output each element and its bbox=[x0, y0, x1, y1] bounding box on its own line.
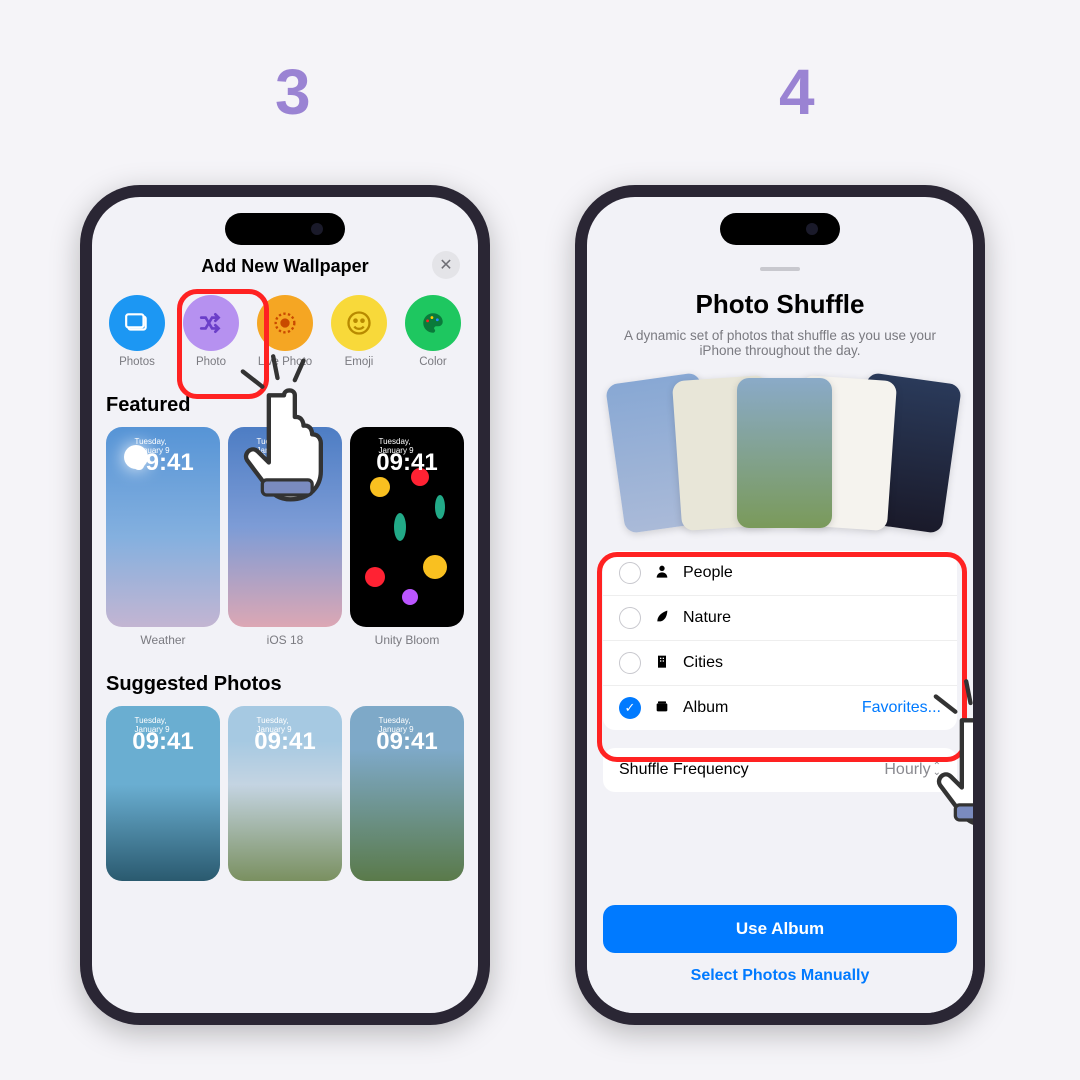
suggested-photo-1[interactable]: Tuesday, January 9 09:41 bbox=[106, 706, 220, 881]
radio-checked: ✓ bbox=[619, 697, 641, 719]
category-color[interactable]: Color bbox=[402, 295, 464, 368]
option-label: Album bbox=[683, 699, 850, 717]
wallpaper-weather[interactable]: Tuesday, January 9 09:41 Weather bbox=[106, 427, 220, 647]
thumb-label: Weather bbox=[140, 633, 185, 647]
palette-icon bbox=[405, 295, 461, 351]
building-icon bbox=[653, 653, 671, 674]
thumb-label: Unity Bloom bbox=[375, 633, 440, 647]
dynamic-island bbox=[225, 213, 345, 245]
thumb-time: 09:41 bbox=[254, 449, 315, 477]
section-title: Featured bbox=[106, 394, 464, 417]
sheet-grabber[interactable] bbox=[760, 267, 800, 271]
album-icon bbox=[653, 698, 671, 719]
frequency-value: Hourly bbox=[884, 761, 930, 779]
category-emoji[interactable]: Emoji bbox=[328, 295, 390, 368]
option-label: Nature bbox=[683, 609, 941, 627]
person-icon bbox=[653, 563, 671, 584]
option-album[interactable]: ✓ Album Favorites... bbox=[603, 686, 957, 730]
chevron-updown-icon: ⌃⌄ bbox=[933, 764, 941, 776]
shuffle-options-list: People Nature Cities ✓ bbox=[603, 551, 957, 730]
photo-shuffle-sheet: Photo Shuffle A dynamic set of photos th… bbox=[587, 249, 973, 1013]
thumb-time: 09:41 bbox=[376, 449, 437, 477]
close-icon: ✕ bbox=[439, 255, 452, 275]
select-manually-button[interactable]: Select Photos Manually bbox=[603, 953, 957, 999]
phone-frame-right: Photo Shuffle A dynamic set of photos th… bbox=[575, 185, 985, 1025]
thumb-time: 09:41 bbox=[132, 728, 193, 756]
option-label: People bbox=[683, 564, 941, 582]
radio-unchecked bbox=[619, 562, 641, 584]
suggested-photo-3[interactable]: Tuesday, January 9 09:41 bbox=[350, 706, 464, 881]
emoji-icon bbox=[331, 295, 387, 351]
thumb-time: 09:41 bbox=[132, 449, 193, 477]
suggested-section: Suggested Photos Tuesday, January 9 09:4… bbox=[92, 673, 478, 881]
sheet-title: Photo Shuffle bbox=[587, 289, 973, 320]
category-photo-shuffle[interactable]: Photo bbox=[180, 295, 242, 368]
category-photos[interactable]: Photos bbox=[106, 295, 168, 368]
wallpaper-unity-bloom[interactable]: Tuesday, January 9 09:41 Unity Bloom bbox=[350, 427, 464, 647]
use-album-button[interactable]: Use Album bbox=[603, 905, 957, 953]
radio-unchecked bbox=[619, 607, 641, 629]
option-label: Cities bbox=[683, 654, 941, 672]
option-cities[interactable]: Cities bbox=[603, 641, 957, 686]
thumb-label: iOS 18 bbox=[267, 633, 304, 647]
thumb-time: 09:41 bbox=[376, 728, 437, 756]
category-label: Color bbox=[419, 356, 446, 368]
sheet-subtitle: A dynamic set of photos that shuffle as … bbox=[605, 328, 955, 358]
page-title: Add New Wallpaper bbox=[201, 256, 368, 277]
category-label: Emoji bbox=[345, 356, 374, 368]
category-live-photo[interactable]: Live Photo bbox=[254, 295, 316, 368]
live-photo-icon bbox=[257, 295, 313, 351]
close-button[interactable]: ✕ bbox=[432, 251, 460, 279]
category-label: Photo bbox=[196, 356, 226, 368]
option-people[interactable]: People bbox=[603, 551, 957, 596]
photos-icon bbox=[109, 295, 165, 351]
phone-frame-left: Add New Wallpaper ✕ Photos Photo bbox=[80, 185, 490, 1025]
step-number-3: 3 bbox=[275, 55, 311, 129]
wallpaper-ios18[interactable]: Tuesday, January 9 09:41 iOS 18 bbox=[228, 427, 342, 647]
step-number-4: 4 bbox=[779, 55, 815, 129]
frequency-label: Shuffle Frequency bbox=[619, 761, 749, 779]
category-label: Photos bbox=[119, 356, 155, 368]
category-label: Live Photo bbox=[258, 356, 312, 368]
featured-section: Featured Tuesday, January 9 09:41 Weathe… bbox=[92, 394, 478, 647]
option-value[interactable]: Favorites... bbox=[862, 699, 941, 717]
shuffle-icon bbox=[183, 295, 239, 351]
radio-unchecked bbox=[619, 652, 641, 674]
shuffle-frequency-row[interactable]: Shuffle Frequency Hourly ⌃⌄ bbox=[603, 748, 957, 792]
section-title: Suggested Photos bbox=[106, 673, 464, 696]
category-row: Photos Photo Live Photo Emoji bbox=[92, 295, 478, 368]
suggested-photo-2[interactable]: Tuesday, January 9 09:41 bbox=[228, 706, 342, 881]
dynamic-island bbox=[720, 213, 840, 245]
thumb-time: 09:41 bbox=[254, 728, 315, 756]
wallpaper-preview-fan bbox=[587, 370, 973, 535]
leaf-icon bbox=[653, 608, 671, 629]
option-nature[interactable]: Nature bbox=[603, 596, 957, 641]
